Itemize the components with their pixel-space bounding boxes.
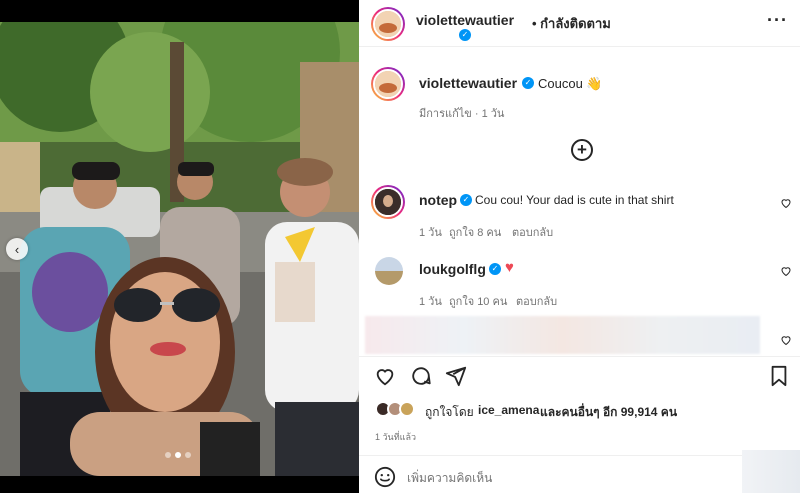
comment-text: Cou cou! Your dad is cute in that shirt — [475, 193, 674, 207]
reply-button[interactable]: ตอบกลับ — [512, 223, 553, 241]
caption-username[interactable]: violettewautier — [419, 75, 517, 91]
author-username[interactable]: violettewautier — [416, 12, 514, 28]
post-time: 1 วันที่แล้ว — [375, 432, 417, 442]
caption-avatar[interactable] — [371, 67, 405, 101]
carousel-indicator — [165, 452, 191, 458]
comment-username[interactable]: notep — [419, 192, 457, 208]
likes-count[interactable]: และคนอื่นๆ อีก 99,914 คน — [540, 403, 677, 422]
liker-avatar — [399, 401, 415, 417]
commenter-avatar[interactable] — [375, 257, 403, 285]
liker-username[interactable]: ice_amena — [478, 403, 539, 417]
commenter-avatar[interactable] — [371, 185, 405, 219]
emoji-icon[interactable] — [374, 466, 396, 488]
heart-icon[interactable] — [780, 334, 792, 346]
plus-circle-icon[interactable]: + — [571, 139, 593, 161]
post-header: violettewautier ✓ • กำลังติดตาม ··· — [359, 0, 800, 47]
blurred-overlay — [742, 450, 800, 493]
bookmark-icon[interactable] — [769, 365, 789, 387]
comment-text: ♥ — [505, 259, 514, 276]
comment-likes[interactable]: ถูกใจ 10 คน — [449, 292, 507, 310]
comment-time: 1 วัน — [419, 227, 442, 239]
comment-icon[interactable] — [410, 365, 432, 387]
more-icon[interactable]: ··· — [767, 10, 788, 31]
verified-badge-icon: ✓ — [489, 263, 501, 275]
chevron-left-icon: ‹ — [14, 241, 20, 257]
follow-status[interactable]: • กำลังติดตาม — [532, 13, 611, 34]
reply-button[interactable]: ตอบกลับ — [516, 292, 557, 310]
comment-likes[interactable]: ถูกใจ 8 คน — [449, 223, 501, 241]
likes-prefix: ถูกใจโดย — [425, 405, 474, 419]
comment-username[interactable]: loukgolflg — [419, 261, 486, 277]
send-icon[interactable] — [445, 365, 467, 387]
heart-icon[interactable] — [374, 365, 396, 387]
author-avatar[interactable] — [371, 7, 405, 41]
previous-photo-button[interactable]: ‹ — [6, 238, 28, 260]
verified-badge-icon: ✓ — [459, 29, 471, 41]
heart-icon[interactable] — [780, 265, 792, 277]
verified-badge-icon: ✓ — [460, 194, 472, 206]
comment-divider — [359, 455, 800, 456]
comment-input[interactable] — [407, 468, 737, 488]
post-media-pane: ‹ — [0, 0, 359, 493]
carousel-dot-active — [175, 452, 181, 458]
post-details-panel: violettewautier ✓ • กำลังติดตาม ··· viol… — [359, 0, 800, 493]
post-photo — [0, 22, 359, 476]
caption-meta: มีการแก้ไข · 1 วัน — [419, 108, 505, 120]
carousel-dot — [165, 452, 171, 458]
comment-time: 1 วัน — [419, 296, 442, 308]
carousel-dot — [185, 452, 191, 458]
caption-text: Coucou 👋 — [538, 76, 603, 91]
blurred-comment — [365, 316, 760, 354]
action-bar-divider — [359, 356, 800, 357]
verified-badge-icon: ✓ — [522, 77, 534, 89]
heart-icon[interactable] — [780, 197, 792, 209]
